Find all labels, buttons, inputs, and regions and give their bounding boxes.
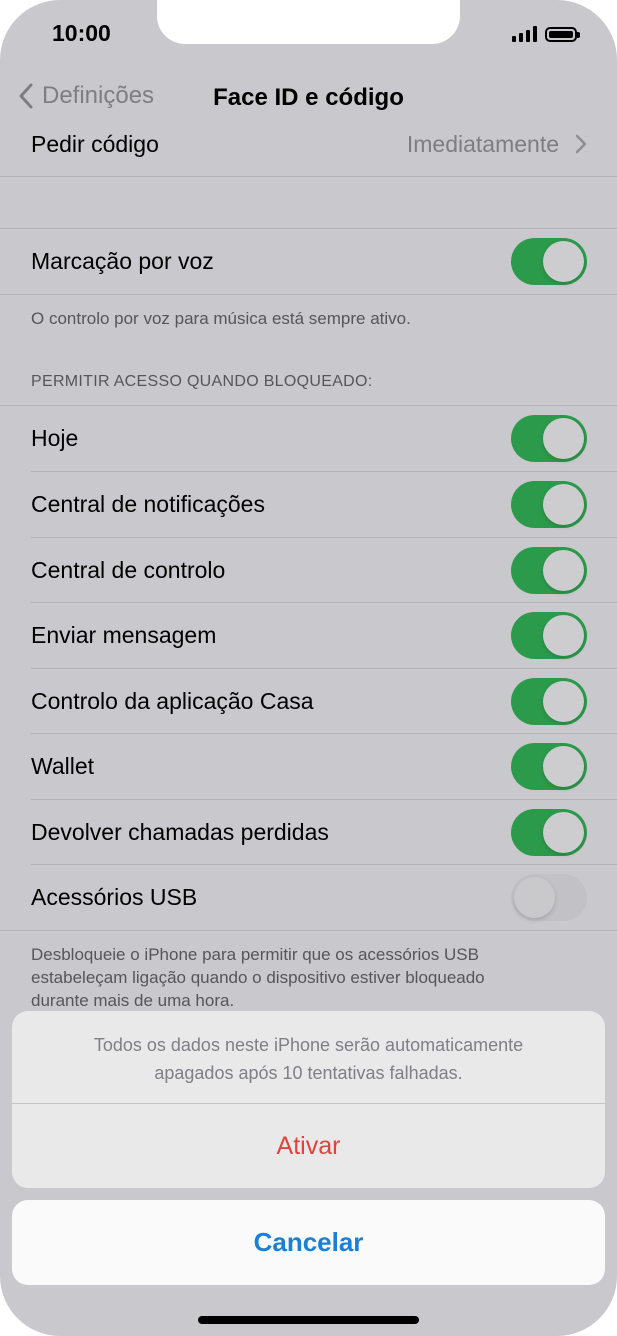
signal-icon <box>512 26 537 42</box>
home-control-toggle[interactable] <box>511 678 587 725</box>
usb-note: Desbloqueie o iPhone para permitir que o… <box>31 943 485 1012</box>
status-time: 10:00 <box>52 20 111 46</box>
wallet-toggle[interactable] <box>511 743 587 790</box>
locked-item-label: Central de notificações <box>31 491 265 517</box>
locked-item-send-message: Enviar mensagem <box>0 603 617 668</box>
locked-item-label: Wallet <box>31 753 95 779</box>
locked-item-home-control: Controlo da aplicação Casa <box>0 669 617 734</box>
voice-note: O controlo por voz para música está semp… <box>31 309 411 328</box>
action-sheet: Todos os dados neste iPhone serão automa… <box>12 1011 605 1188</box>
phone-screen: 10:00 Definições Face ID e código Pedir … <box>0 0 617 1336</box>
notch <box>157 0 460 44</box>
today-toggle[interactable] <box>511 415 587 462</box>
locked-item-notification-center: Central de notificações <box>0 472 617 537</box>
voice-dial-toggle[interactable] <box>511 238 587 285</box>
action-sheet-message: Todos os dados neste iPhone serão automa… <box>42 1031 575 1087</box>
voice-dial-row: Marcação por voz <box>0 229 617 294</box>
locked-item-label: Acessórios USB <box>31 884 198 910</box>
usb-note-line: estabeleçam ligação quando o dispositivo… <box>31 968 485 987</box>
activate-button[interactable]: Ativar <box>12 1104 605 1188</box>
divider <box>0 930 617 931</box>
locked-item-wallet: Wallet <box>0 734 617 799</box>
status-icons <box>512 24 580 44</box>
page-title: Face ID e código <box>213 84 404 111</box>
divider <box>0 176 617 177</box>
chevron-right-icon <box>575 134 587 154</box>
home-indicator[interactable] <box>198 1316 419 1324</box>
usb-note-line: durante mais de uma hora. <box>31 991 235 1010</box>
locked-item-control-center: Central de controlo <box>0 538 617 603</box>
require-passcode-row[interactable]: Pedir código Imediatamente <box>0 112 617 177</box>
action-sheet-message-line: apagados após 10 tentativas falhadas. <box>154 1063 463 1083</box>
return-missed-calls-toggle[interactable] <box>511 809 587 856</box>
locked-item-label: Central de controlo <box>31 557 226 583</box>
require-passcode-label: Pedir código <box>31 131 159 157</box>
send-message-toggle[interactable] <box>511 612 587 659</box>
usb-accessories-toggle[interactable] <box>511 874 587 921</box>
locked-item-label: Hoje <box>31 425 79 451</box>
locked-item-label: Enviar mensagem <box>31 622 217 648</box>
locked-item-today: Hoje <box>0 406 617 471</box>
locked-item-label: Devolver chamadas perdidas <box>31 819 329 845</box>
section-header-locked-access: PERMITIR ACESSO QUANDO BLOQUEADO: <box>31 373 373 390</box>
action-sheet-message-line: Todos os dados neste iPhone serão automa… <box>93 1035 524 1055</box>
locked-item-return-missed-calls: Devolver chamadas perdidas <box>0 800 617 865</box>
require-passcode-value: Imediatamente <box>406 131 559 157</box>
control-center-toggle[interactable] <box>511 547 587 594</box>
notification-center-toggle[interactable] <box>511 481 587 528</box>
voice-dial-label: Marcação por voz <box>31 248 214 274</box>
usb-note-line: Desbloqueie o iPhone para permitir que o… <box>31 945 479 964</box>
locked-item-label: Controlo da aplicação Casa <box>31 688 314 714</box>
battery-icon <box>545 26 580 42</box>
locked-item-usb-accessories: Acessórios USB <box>0 865 617 930</box>
divider <box>0 294 617 295</box>
cancel-button[interactable]: Cancelar <box>12 1200 605 1285</box>
